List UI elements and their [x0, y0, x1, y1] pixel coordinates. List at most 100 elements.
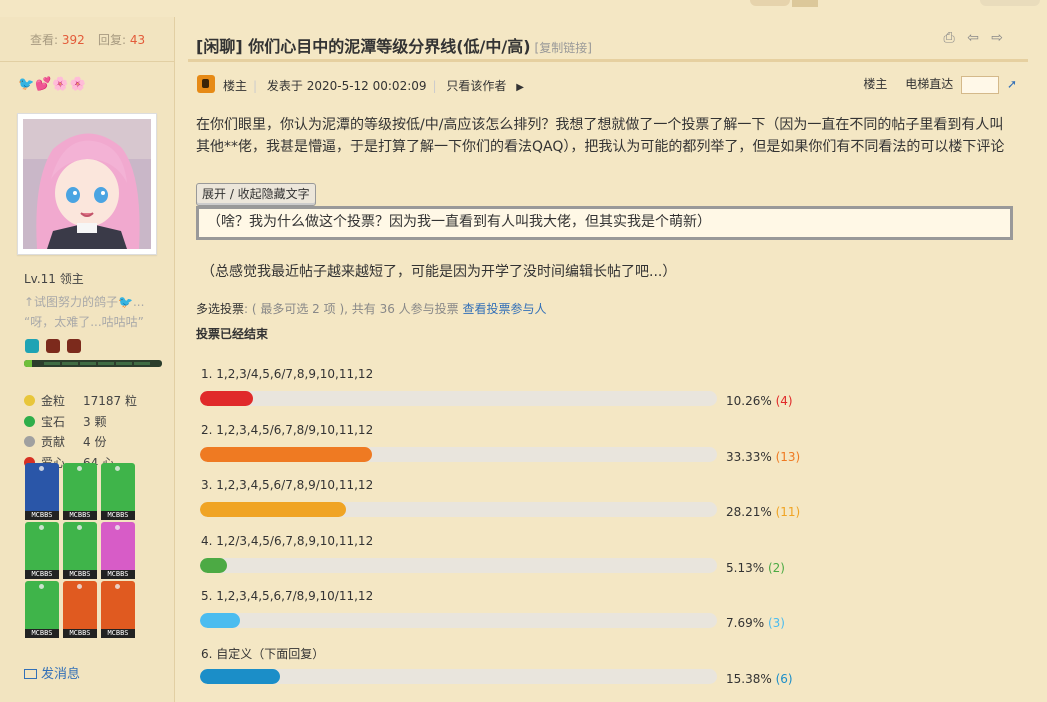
poll-option-fill — [200, 668, 280, 684]
credit-label: 金粒 — [41, 394, 66, 408]
map-medal[interactable]: MCBBS — [101, 463, 135, 520]
post-content: 在你们眼里，你认为泥潭的等级按低/中/高应该怎么排列？我想了想就做了一个投票了解… — [196, 117, 1005, 155]
jump-label: 电梯直达 — [905, 77, 954, 91]
poll-option-label: 6. 自定义（下面回复） — [201, 646, 325, 661]
credit-value: 17187 粒 — [83, 394, 137, 408]
author-sidebar: 查看: 392 回复: 43 🐦💕🌸🌸 Lv.11 领主 ↑试图努力的鸽子🐦..… — [0, 17, 175, 702]
poll-option-label: 1. 1,2,3/4,5,6/7,8,9,10,11,12 — [201, 367, 374, 381]
poll-option-percent: 5.13% — [726, 560, 765, 575]
poll-option-count: (2) — [767, 560, 785, 575]
jump-go-icon[interactable]: ➚ — [1007, 77, 1017, 91]
poll-option-bar — [200, 446, 717, 462]
poll-option-fill — [200, 446, 373, 462]
views-label: 查看: — [30, 33, 59, 47]
exp-progress-fill — [24, 360, 33, 367]
poll-option-bar — [200, 557, 717, 573]
poll-option-result: 10.26% (4) — [726, 394, 793, 408]
thread-stats: 查看: 392 回复: 43 — [0, 17, 174, 62]
mail-icon — [24, 669, 37, 679]
send-message-link[interactable]: 发消息 — [24, 663, 80, 682]
poll-type: 多选投票 — [196, 302, 245, 316]
post-meta: 楼主 | 发表于 2020-5-12 00:02:09 | 只看该作者 ▶ 楼主 电… — [197, 75, 1017, 95]
poll-option-fill — [200, 613, 240, 628]
medal-tag: MCBBS — [25, 629, 59, 638]
gem-icon — [24, 415, 35, 427]
credit-row: 宝石 3 颗 — [24, 413, 106, 430]
signature-line-1: ↑试图努力的鸽子🐦... — [24, 295, 145, 309]
poll-option-percent: 15.38% — [726, 671, 772, 686]
gold-ingot-medal[interactable]: MCBBS — [63, 522, 97, 579]
van-gogh-medal[interactable]: MCBBS — [25, 463, 59, 520]
poll-option-fill — [200, 557, 227, 573]
poll-details: : ( 最多可选 2 项 ), 共有 36 人参与投票 — [244, 302, 459, 316]
poll-option-count: (11) — [775, 505, 801, 519]
medal-tag: MCBBS — [63, 629, 97, 638]
poll-option-percent: 28.21% — [726, 505, 772, 519]
poll-option-count: (3) — [767, 616, 785, 630]
poll-option-result: 5.13% (2) — [726, 561, 785, 575]
rank-icon-1 — [25, 339, 39, 353]
avatar[interactable] — [17, 113, 157, 255]
poll-ended: 投票已经结束 — [196, 327, 269, 341]
medal-tag: MCBBS — [101, 570, 135, 579]
poll-option-count: (6) — [775, 671, 793, 686]
rank-icon-2 — [46, 339, 60, 353]
poll-option-count: (4) — [775, 394, 793, 408]
author-username[interactable]: 🐦💕🌸🌸 — [18, 77, 87, 92]
hidden-text-box: （啥？我为什么做这个投票？因为我一直看到有人叫我大佬，但其实我是个萌新） — [196, 206, 1013, 240]
credit-label: 贡献 — [41, 435, 66, 449]
credit-row: 金粒 17187 粒 — [24, 392, 137, 409]
poll-option-bar — [200, 613, 717, 628]
seeds-medal[interactable]: MCBBS — [63, 581, 97, 638]
thread-title-text: [闲聊] 你们心目中的泥潭等级分界线(低/中/高) — [196, 37, 531, 56]
online-status-icon — [197, 75, 215, 93]
poll-option-fill — [200, 391, 254, 406]
credit-value: 4 份 — [83, 435, 107, 449]
poll-option-bar — [200, 502, 717, 517]
arrow-right-icon[interactable]: ▶ — [516, 82, 524, 93]
poll-option-percent: 10.26% — [726, 394, 772, 408]
poll-option-label: 3. 1,2,3,4,5,6/7,8,9/10,11,12 — [201, 478, 374, 492]
copy-link-button[interactable]: [复制链接] — [535, 41, 592, 55]
only-author-link[interactable]: 只看该作者 — [446, 79, 506, 93]
floor-jump-input[interactable] — [961, 75, 1000, 94]
thread-tools[interactable]: ⎙ ⇦ ⇨ — [943, 30, 1007, 46]
poll-option-result: 33.33% (13) — [726, 450, 800, 464]
credit-row: 贡献 4 份 — [24, 433, 106, 450]
book-medal[interactable]: MCBBS — [63, 463, 97, 520]
medal-tag: MCBBS — [101, 629, 135, 638]
post-note: （总感觉我最近帖子越来越短了，可能是因为开学了没时间编辑长帖了吧...） — [201, 264, 677, 280]
send-message-label: 发消息 — [41, 667, 81, 682]
leather-medal[interactable]: MCBBS — [25, 522, 59, 579]
toggle-hidden-button[interactable]: 展开 / 收起隐藏文字 — [196, 183, 316, 206]
medal-tag: MCBBS — [63, 570, 97, 579]
view-voters-link[interactable]: 查看投票参与人 — [463, 302, 547, 316]
poll-option-label: 4. 1,2/3,4,5/6,7,8,9,10,11,12 — [201, 533, 374, 548]
poll-option-result: 28.21% (11) — [726, 505, 800, 519]
poll-info: 多选投票: ( 最多可选 2 项 ), 共有 36 人参与投票 查看投票参与人 — [196, 300, 547, 317]
poll-option-result: 7.69% (3) — [726, 616, 785, 630]
credit-label: 宝石 — [41, 414, 66, 429]
credit-value: 3 颗 — [83, 414, 107, 429]
sapling-medal[interactable]: MCBBS — [101, 581, 135, 638]
poll-option-result: 15.38% (6) — [726, 672, 793, 686]
poll-option-bar — [200, 391, 717, 406]
post-date: 发表于 2020-5-12 00:02:09 — [266, 79, 427, 93]
apple-medal[interactable]: MCBBS — [101, 522, 135, 579]
poll-option-bar — [200, 668, 717, 684]
signature-line-2: “呀，太难了...咕咕咕” — [24, 315, 144, 329]
contribution-icon — [24, 436, 35, 447]
poll-option-count: (13) — [775, 449, 801, 464]
gold-coin-icon — [24, 395, 35, 406]
top-decoration — [750, 0, 1047, 8]
exp-progress-bar — [24, 360, 162, 367]
medal-tag: MCBBS — [25, 511, 59, 520]
medal-tag: MCBBS — [101, 511, 135, 520]
user-level: Lv.11 领主 — [24, 272, 84, 286]
floor-label: 楼主 — [863, 77, 888, 91]
views-count: 392 — [61, 33, 85, 47]
sponge-medal[interactable]: MCBBS — [25, 581, 59, 638]
title-divider — [188, 59, 1028, 62]
poll-option-fill — [200, 502, 346, 517]
poll-option-percent: 7.69% — [726, 616, 765, 630]
